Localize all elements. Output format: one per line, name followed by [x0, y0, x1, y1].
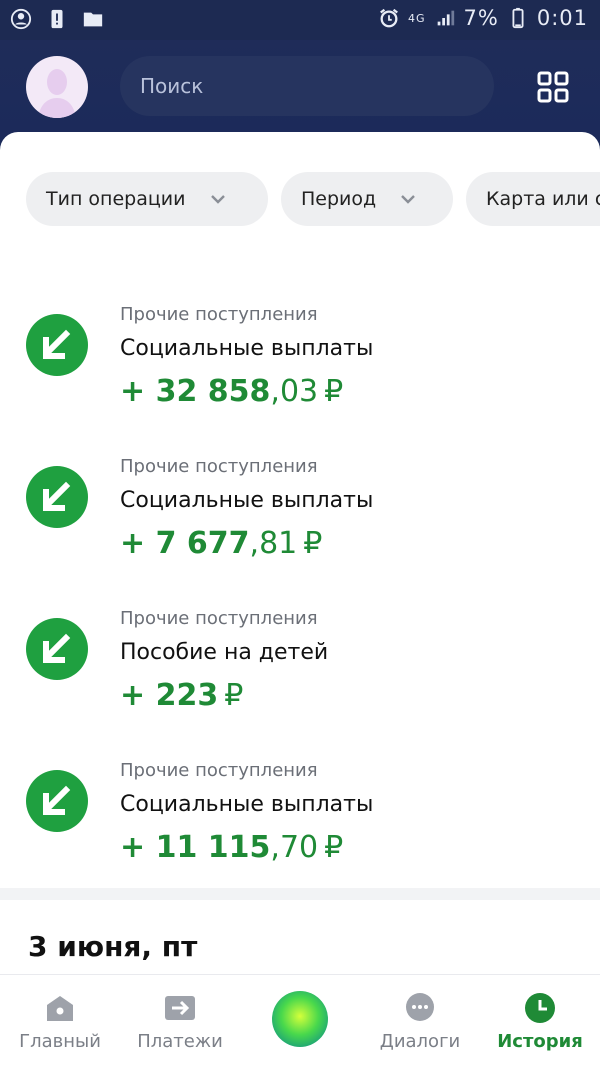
- profile-silhouette-icon: [38, 69, 76, 118]
- filter-chips: Тип операции Период Карта или с: [26, 172, 600, 226]
- currency-symbol: ₽: [324, 830, 344, 865]
- nav-dialogs[interactable]: Диалоги: [360, 991, 480, 1052]
- amount-sign: +: [120, 830, 146, 865]
- battery-icon: [512, 7, 524, 29]
- transfer-icon: [165, 996, 195, 1020]
- transaction-item[interactable]: Прочие поступления Пособие на детей + 22…: [0, 608, 600, 748]
- chevron-down-icon: [210, 195, 225, 204]
- folder-icon: [83, 12, 103, 27]
- search-input[interactable]: Поиск: [120, 56, 494, 116]
- transaction-category: Прочие поступления: [120, 760, 318, 781]
- account-circle-icon: [10, 8, 32, 30]
- section-divider: [0, 888, 600, 900]
- transaction-name: Социальные выплаты: [120, 336, 374, 361]
- amount-sign: +: [120, 374, 146, 409]
- amount-fraction: ,81: [249, 526, 298, 561]
- transaction-category: Прочие поступления: [120, 456, 318, 477]
- incoming-arrow-icon: [26, 466, 88, 528]
- transaction-item[interactable]: Прочие поступления Социальные выплаты + …: [0, 760, 600, 900]
- battery-percent: 7%: [463, 6, 499, 30]
- incoming-arrow-icon: [26, 770, 88, 832]
- amount-fraction: ,03: [270, 374, 319, 409]
- nav-payments[interactable]: Платежи: [120, 991, 240, 1052]
- alert-battery-icon: [51, 9, 63, 29]
- filter-period[interactable]: Период: [281, 172, 453, 226]
- transaction-amount: + 32 858,03 ₽: [120, 374, 343, 409]
- filter-label: Период: [301, 188, 377, 210]
- nav-history[interactable]: История: [480, 991, 600, 1052]
- status-bar-system: 4G 7% 0:01: [378, 6, 588, 30]
- amount-whole: 7 677: [155, 526, 250, 561]
- amount-whole: 223: [155, 678, 219, 713]
- chevron-down-icon: [401, 195, 416, 204]
- nav-label: Диалоги: [379, 1031, 461, 1052]
- date-section-header: 3 июня, пт: [28, 930, 198, 963]
- transaction-category: Прочие поступления: [120, 608, 318, 629]
- filter-label: Карта или с: [486, 188, 600, 210]
- network-type-label: 4G: [407, 11, 426, 25]
- alarm-icon: [380, 8, 398, 28]
- transaction-name: Пособие на детей: [120, 640, 329, 665]
- filter-operation-type[interactable]: Тип операции: [26, 172, 268, 226]
- clock-time: 0:01: [536, 6, 588, 30]
- assistant-orb-button[interactable]: [272, 991, 328, 1047]
- nav-label: История: [497, 1031, 583, 1052]
- filter-card-or-account[interactable]: Карта или с: [466, 172, 600, 226]
- chat-icon: [406, 993, 434, 1021]
- nav-main[interactable]: Главный: [0, 991, 120, 1052]
- currency-symbol: ₽: [303, 526, 323, 561]
- home-icon: [47, 996, 73, 1021]
- clock-icon: [525, 993, 555, 1023]
- amount-sign: +: [120, 526, 146, 561]
- transaction-amount: + 11 115,70 ₽: [120, 830, 343, 865]
- bottom-navigation: Главный Платежи Диалоги История: [0, 974, 600, 1065]
- transaction-item[interactable]: Прочие поступления Социальные выплаты + …: [0, 456, 600, 596]
- nav-label: Платежи: [137, 1031, 223, 1052]
- currency-symbol: ₽: [224, 678, 244, 713]
- transaction-category: Прочие поступления: [120, 304, 318, 325]
- transaction-amount: + 223 ₽: [120, 678, 243, 713]
- transaction-name: Социальные выплаты: [120, 792, 374, 817]
- amount-fraction: ,70: [270, 830, 319, 865]
- incoming-arrow-icon: [26, 314, 88, 376]
- transaction-amount: + 7 677,81 ₽: [120, 526, 322, 561]
- signal-strength-icon: [437, 10, 454, 26]
- status-bar: 4G 7% 0:01: [0, 0, 600, 40]
- amount-whole: 11 115: [155, 830, 271, 865]
- avatar[interactable]: [26, 56, 88, 118]
- apps-grid-icon[interactable]: [536, 70, 570, 104]
- currency-symbol: ₽: [324, 374, 344, 409]
- history-panel: Тип операции Период Карта или с Прочие п…: [0, 132, 600, 974]
- amount-whole: 32 858: [155, 374, 271, 409]
- search-placeholder: Поиск: [140, 74, 204, 98]
- status-bar-notifications: [10, 8, 104, 30]
- transaction-item[interactable]: Прочие поступления Социальные выплаты + …: [0, 304, 600, 444]
- filter-label: Тип операции: [46, 188, 186, 210]
- amount-sign: +: [120, 678, 146, 713]
- incoming-arrow-icon: [26, 618, 88, 680]
- transaction-name: Социальные выплаты: [120, 488, 374, 513]
- nav-label: Главный: [19, 1031, 101, 1052]
